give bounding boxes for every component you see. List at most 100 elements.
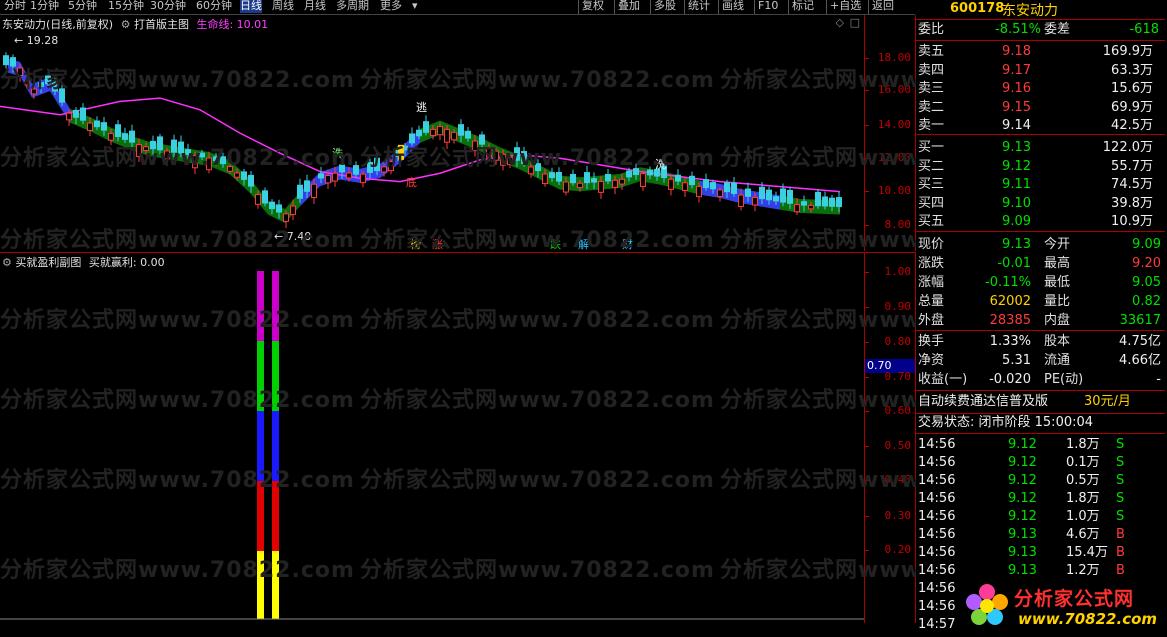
candle-body [584, 172, 590, 184]
site-logo: 分析家公式网 www.70822.com [960, 578, 1164, 634]
toolbar-item-6[interactable]: 日线 [240, 0, 262, 13]
bid-row[interactable]: 买二 9.12 55.7万 [916, 158, 1161, 176]
candle-body [822, 196, 828, 207]
candle-body [444, 128, 450, 143]
axis-tick [865, 90, 869, 91]
ask-row[interactable]: 卖二 9.15 69.9万 [916, 99, 1161, 117]
toolbar-item-9[interactable]: 多周期 [336, 0, 369, 13]
candle-body [563, 181, 569, 193]
toolbar-item-11[interactable]: 复权 [582, 0, 604, 13]
candle-body [717, 189, 723, 197]
ask-row[interactable]: 卖三 9.16 15.6万 [916, 80, 1161, 98]
bid-row[interactable]: 买一 9.13 122.0万 [916, 139, 1161, 157]
toolbar-item-5[interactable]: 60分钟 [196, 0, 232, 13]
toolbar-item-13[interactable]: 多股 [654, 0, 676, 13]
toolbar-item-18[interactable]: +自选 [830, 0, 861, 13]
toolbar-item-7[interactable]: 周线 [272, 0, 294, 13]
toolbar-item-10[interactable]: 更多 [380, 0, 402, 13]
toolbar-item-12[interactable]: 叠加 [618, 0, 640, 13]
fundamental-label-2: PE(动) [1044, 372, 1084, 387]
toolbar-separator [868, 0, 869, 14]
event-tag-1: 涨 [432, 238, 443, 251]
tick-time: 14:56 [918, 437, 956, 452]
tick-side: S [1116, 491, 1125, 506]
value-axis-label: 0.50 [884, 439, 912, 452]
candle-body [122, 133, 128, 140]
bid-label: 买四 [918, 195, 945, 211]
candle-body [521, 151, 527, 165]
ask-row[interactable]: 卖五 9.18 169.9万 [916, 43, 1161, 61]
tick-row: 14:56 9.12 1.8万 S [916, 436, 1136, 454]
value-axis-label: 0.30 [884, 509, 912, 522]
candlestick-canvas[interactable]: ← 19.28 ← 7.40 洗 逃底 洗榜涨 跌 解 财 [0, 15, 864, 251]
bid-row[interactable]: 买五 9.09 10.9万 [916, 213, 1161, 231]
ask-price: 9.15 [1002, 99, 1031, 115]
candle-body [738, 194, 744, 207]
toolbar-item-15[interactable]: 画线 [722, 0, 744, 13]
axis-tick [865, 377, 869, 378]
logo-text: 分析家公式网 [1014, 588, 1135, 610]
tick-volume: 4.6万 [1066, 527, 1100, 542]
candle-body [80, 107, 86, 121]
candle-body [143, 146, 149, 151]
candle-body [241, 171, 247, 180]
candle-body [108, 133, 114, 141]
axis-tick [865, 446, 869, 447]
candle-body [437, 125, 443, 136]
candle-body [703, 179, 709, 189]
tick-side: S [1116, 455, 1125, 470]
toolbar-item-3[interactable]: 15分钟 [108, 0, 144, 13]
candle-body [752, 196, 758, 206]
axis-tick [865, 272, 869, 273]
toolbar-item-8[interactable]: 月线 [304, 0, 326, 13]
tick-row: 14:56 9.12 1.0万 S [916, 508, 1136, 526]
candle-body [780, 188, 786, 203]
quote-label-2: 量比 [1044, 294, 1071, 309]
candle-body [171, 139, 177, 153]
toolbar-item-0[interactable]: 分时 [4, 0, 26, 13]
bid-row[interactable]: 买三 9.11 74.5万 [916, 176, 1161, 194]
quote-label: 总量 [918, 294, 945, 309]
stock-header[interactable]: 600178 东安动力 [916, 0, 1165, 19]
high-price-label: ← 19.28 [14, 34, 58, 47]
ask-volume: 169.9万 [1102, 44, 1153, 59]
fundamental-label-2: 流通 [1044, 353, 1071, 368]
ask-label: 卖一 [918, 118, 945, 133]
bid-volume: 39.8万 [1111, 195, 1153, 211]
tick-price: 9.13 [1008, 527, 1037, 542]
signal-bar-segment [272, 551, 279, 619]
toolbar-item-4[interactable]: 30分钟 [150, 0, 186, 13]
weibi-value: -8.51% [995, 22, 1041, 37]
quote-value: -0.01 [997, 256, 1031, 271]
candle-body [220, 156, 226, 165]
axis-tick [865, 225, 869, 226]
ask-row[interactable]: 卖四 9.17 63.3万 [916, 62, 1161, 80]
axis-tick [865, 125, 869, 126]
toolbar-item-1[interactable]: 1分钟 [30, 0, 59, 13]
candle-body [374, 157, 380, 172]
main-chart[interactable]: 东安动力(日线,前复权) ⚙ 打首版主图 生命线: 10.01 ◇ □ ← 19… [0, 15, 865, 251]
toolbar-separator [826, 0, 827, 14]
toolbar-item-17[interactable]: 标记 [792, 0, 814, 13]
tick-time: 14:56 [918, 599, 956, 614]
sub-indicator-canvas[interactable] [0, 253, 864, 623]
sub-chart[interactable]: ⚙ 买就盈利副图 买就赢利: 0.00 [0, 252, 865, 623]
tick-volume: 15.4万 [1066, 545, 1108, 560]
quote-value: 9.13 [1002, 237, 1031, 252]
toolbar-item-2[interactable]: 5分钟 [68, 0, 97, 13]
toolbar-item-16[interactable]: F10 [758, 0, 778, 13]
ad-banner[interactable]: 自动续费通达信普及版 30元/月 [916, 392, 1165, 412]
more-dropdown-icon[interactable]: ▾ [412, 0, 418, 13]
trade-status: 交易状态: 闭市阶段 15:00:04 [918, 415, 1094, 430]
candle-body [206, 157, 212, 171]
toolbar-item-14[interactable]: 统计 [688, 0, 710, 13]
candle-body [626, 170, 632, 178]
bid-row[interactable]: 买四 9.10 39.8万 [916, 195, 1161, 213]
signal-label-1: 逃 [416, 101, 427, 114]
toolbar-separator [614, 0, 615, 14]
quote-row: 总量 62002 量比 0.82 [916, 293, 1161, 311]
ask-row[interactable]: 卖一 9.14 42.5万 [916, 117, 1161, 135]
fundamental-label: 换手 [918, 334, 945, 349]
tick-price: 9.12 [1008, 455, 1037, 470]
toolbar-item-19[interactable]: 返回 [872, 0, 894, 13]
